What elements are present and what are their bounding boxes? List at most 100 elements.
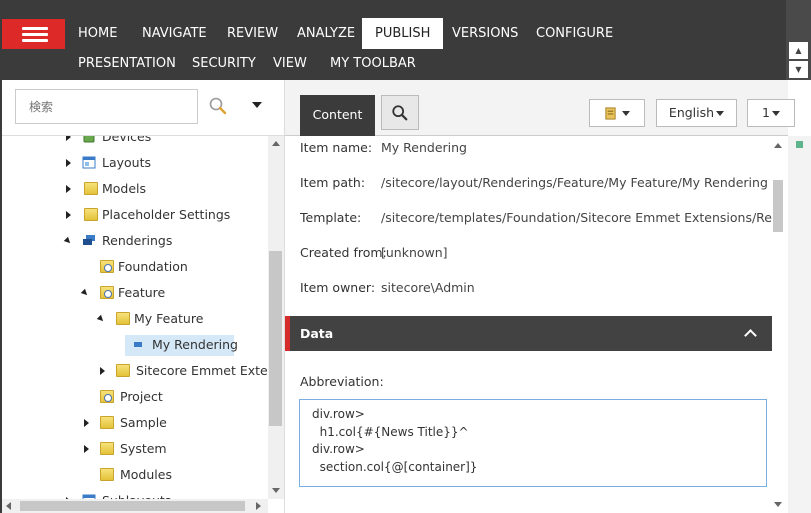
collapse-icon[interactable]: [80, 288, 90, 298]
expand-icon[interactable]: [66, 136, 71, 141]
renderings-icon: [83, 235, 95, 245]
tree-node-placeholder-settings[interactable]: Placeholder Settings: [2, 205, 262, 225]
tree-node-my-rendering[interactable]: My Rendering: [2, 335, 262, 356]
search-input[interactable]: [15, 89, 198, 124]
folder-icon: [116, 364, 130, 377]
tree-node-sample[interactable]: Sample: [2, 413, 262, 433]
expand-icon[interactable]: [84, 445, 89, 453]
tree-node-devices[interactable]: Devices: [2, 136, 262, 147]
ribbon: HOME NAVIGATE REVIEW ANALYZE PUBLISH VER…: [0, 0, 811, 80]
tab-security[interactable]: SECURITY: [192, 56, 256, 72]
tab-my-toolbar[interactable]: MY TOOLBAR: [330, 56, 416, 72]
item-fields: Item name: My Rendering Item path: /site…: [285, 136, 773, 513]
expand-icon[interactable]: [66, 211, 71, 219]
tab-home[interactable]: HOME: [78, 26, 117, 42]
folder-icon: [100, 442, 114, 455]
ribbon-scroll[interactable]: ▲ ▼: [786, 0, 811, 80]
expand-icon[interactable]: [66, 185, 71, 193]
language-label: English: [668, 105, 715, 120]
tab-review[interactable]: REVIEW: [227, 26, 278, 42]
rendering-folder-icon: [100, 286, 114, 299]
hamburger-menu-icon[interactable]: [2, 19, 65, 49]
editor-pane: Content English 1 Item name: My Renderin…: [284, 80, 811, 513]
tab-navigate[interactable]: NAVIGATE: [142, 26, 207, 42]
tree-node-models[interactable]: Models: [2, 179, 262, 199]
abbreviation-label: Abbreviation:: [300, 374, 384, 389]
scroll-left-icon[interactable]: [6, 502, 11, 510]
folder-icon: [100, 468, 114, 481]
folder-icon: [84, 182, 98, 195]
tree-node-layouts[interactable]: Layouts: [2, 153, 262, 173]
scroll-up-icon[interactable]: [272, 141, 280, 146]
validation-ok-icon: [796, 141, 803, 148]
tree-node-foundation[interactable]: Foundation: [2, 257, 262, 277]
chevron-down-icon[interactable]: ▼: [789, 61, 808, 78]
scroll-right-icon[interactable]: [256, 502, 261, 510]
tab-versions[interactable]: VERSIONS: [452, 26, 518, 42]
chevron-up-icon[interactable]: ▲: [789, 42, 808, 59]
tree-node-label: Renderings: [102, 233, 173, 248]
tree-node-sublayouts[interactable]: Sublayouts: [2, 491, 262, 499]
chevron-down-icon: [716, 111, 725, 116]
tree-node-label: Sitecore Emmet Extensi: [136, 363, 268, 378]
search-icon: [392, 105, 408, 121]
tree-node-renderings[interactable]: Renderings: [2, 231, 262, 251]
section-title: Data: [300, 326, 334, 341]
layouts-icon: [82, 156, 96, 169]
collapse-icon[interactable]: [96, 314, 106, 324]
tree-node-feature[interactable]: Feature: [2, 283, 262, 303]
scrollbar-thumb[interactable]: [269, 251, 282, 426]
search-icon[interactable]: [208, 96, 228, 116]
expand-icon[interactable]: [84, 419, 89, 427]
field-value: /sitecore/templates/Foundation/Sitecore …: [381, 210, 773, 225]
editor-vertical-scrollbar[interactable]: [773, 136, 788, 513]
field-label: Item path:: [300, 175, 366, 190]
tree-node-label: Foundation: [118, 259, 188, 274]
abbreviation-textarea[interactable]: div.row> h1.col{#{News Title}}^ div.row>…: [299, 399, 767, 487]
field-label: Created from:: [300, 245, 387, 260]
tab-presentation[interactable]: PRESENTATION: [78, 56, 176, 72]
search-options-dropdown-icon[interactable]: [252, 102, 262, 108]
folder-icon: [116, 312, 130, 325]
section-header-data[interactable]: Data: [285, 316, 772, 351]
tab-content[interactable]: Content: [300, 95, 375, 136]
tree-node-sitecore-emmet-extensions[interactable]: Sitecore Emmet Extensi: [2, 361, 268, 381]
gutter-options-button[interactable]: [589, 99, 645, 127]
field-template: Template: /sitecore/templates/Foundation…: [300, 208, 773, 228]
version-dropdown[interactable]: 1: [747, 99, 795, 127]
field-value: My Rendering: [381, 140, 467, 155]
expand-icon[interactable]: [100, 367, 105, 375]
tab-analyze[interactable]: ANALYZE: [297, 26, 355, 42]
collapse-icon[interactable]: [63, 236, 73, 246]
tree-horizontal-scrollbar[interactable]: [2, 499, 268, 513]
devices-icon: [83, 136, 95, 143]
tree-node-label: Sample: [120, 415, 167, 430]
tree-node-modules[interactable]: Modules: [2, 465, 262, 485]
tree-search-bar: [2, 80, 284, 136]
scroll-down-icon[interactable]: [774, 502, 782, 507]
rendering-folder-icon: [100, 260, 114, 273]
tree-node-my-feature[interactable]: My Feature: [2, 309, 262, 329]
tab-publish[interactable]: PUBLISH: [362, 18, 444, 49]
search-button[interactable]: [381, 95, 419, 130]
scroll-down-icon[interactable]: [272, 488, 280, 493]
tree-node-system[interactable]: System: [2, 439, 262, 459]
expand-icon[interactable]: [66, 159, 71, 167]
editor-toolbar: Content English 1: [285, 80, 795, 136]
scrollbar-thumb[interactable]: [20, 501, 245, 511]
tree-node-label: Project: [120, 389, 163, 404]
tab-configure[interactable]: CONFIGURE: [536, 26, 613, 42]
chevron-up-icon[interactable]: [744, 329, 757, 342]
field-label: Template:: [300, 210, 362, 225]
content-tree: Devices Layouts Models Placeholder Setti…: [2, 136, 268, 499]
language-dropdown[interactable]: English: [656, 99, 737, 127]
field-value: [unknown]: [381, 245, 448, 260]
tree-vertical-scrollbar[interactable]: [268, 136, 284, 499]
tab-view[interactable]: VIEW: [273, 56, 307, 72]
scroll-up-icon[interactable]: [774, 143, 782, 148]
tree-node-label: Models: [102, 181, 147, 196]
tree-node-project[interactable]: Project: [2, 387, 262, 407]
tree-node-label: Devices: [102, 136, 152, 144]
scrollbar-thumb[interactable]: [773, 180, 783, 232]
tree-node-label: Modules: [120, 467, 172, 482]
